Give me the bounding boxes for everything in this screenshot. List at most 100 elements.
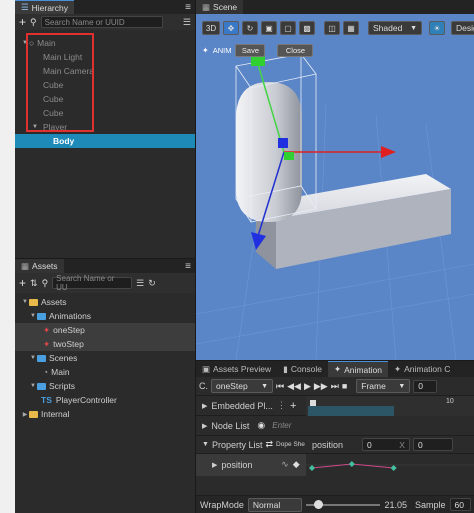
keyframe-track[interactable] [305, 454, 474, 476]
tab-console[interactable]: ▮ Console [277, 361, 328, 377]
tab-hierarchy[interactable]: ☰ Hierarchy [15, 0, 74, 14]
list-view-icon[interactable]: ☰ [183, 17, 191, 28]
asset-item-animations[interactable]: ▼ Animations [15, 309, 195, 323]
play-icon[interactable]: ▶ [304, 381, 311, 392]
tab-animation-controller[interactable]: ✦ Animation C [388, 361, 456, 377]
position-track-header[interactable]: ▶ position ∿ ◆ [196, 453, 306, 476]
speed-slider[interactable] [305, 499, 381, 509]
property-list-row: ▼ Property List ⇄ Dope She position 0 X … [196, 435, 474, 453]
shading-dropdown[interactable]: Shaded ▼ [368, 21, 422, 35]
node-list-row: ▶ Node List ◉ Enter [196, 415, 474, 435]
pivot-button[interactable]: ◫ [324, 21, 340, 35]
more-icon[interactable]: ⋮ [277, 400, 286, 411]
dope-sheet-icon[interactable]: ⇄ [265, 439, 273, 450]
search-icon: ⚲ [30, 16, 37, 27]
asset-item-twostep[interactable]: ✦ twoStep [15, 337, 195, 351]
stop-icon[interactable]: ■ [342, 381, 347, 391]
assets-panel: ▦ Assets ≡ + ⇅ ⚲ Search Name or UU ☰ ↻ ▼… [15, 258, 195, 513]
assets-tabbar: ▦ Assets ≡ [15, 259, 195, 273]
add-icon[interactable]: + [19, 276, 26, 290]
frame-input[interactable]: 0 [413, 379, 438, 393]
hierarchy-tree: ▼ ○ Main Main Light Main Camera Cube Cub… [15, 30, 195, 148]
timeline-ruler[interactable]: 10 [306, 395, 474, 416]
timeline-tick-label: 10 [446, 397, 454, 405]
next-frame-icon[interactable]: ▶▶ [314, 381, 328, 392]
animation-clip-icon: ✦ [43, 338, 51, 349]
list-view-icon[interactable]: ☰ [136, 278, 144, 289]
chevron-right-icon: ▶ [212, 461, 218, 469]
prev-frame-icon[interactable]: ◀◀ [287, 381, 301, 392]
mode-3d-button[interactable]: 3D [202, 21, 220, 35]
chevron-down-icon[interactable]: ▼ [29, 355, 37, 361]
sample-input[interactable]: 60 [449, 498, 471, 511]
snap-button[interactable]: ▦ [343, 21, 359, 35]
anim-close-button[interactable]: Close [277, 44, 314, 57]
tab-animation[interactable]: ✦ Animation [328, 361, 388, 377]
asset-label: Internal [41, 409, 70, 419]
chevron-down-icon[interactable]: ▼ [21, 299, 29, 305]
assets-search-input[interactable]: Search Name or UU [52, 274, 133, 292]
asset-item-scripts[interactable]: ▼ Scripts [15, 379, 195, 393]
tab-scene[interactable]: ▦ Scene [196, 0, 244, 14]
embedded-player-row: ▶ Embedded Pl... ⋮ + 10 [196, 395, 474, 416]
curve-icon[interactable]: ∿ [281, 459, 289, 470]
light-toggle-button[interactable]: ☀ [429, 21, 445, 35]
refresh-icon[interactable]: ↻ [148, 278, 156, 289]
asset-item-internal[interactable]: ▶ Internal [15, 407, 195, 421]
sample-value: 60 [454, 499, 464, 510]
keyframe-icon[interactable]: ◆ [293, 459, 306, 470]
animation-icon: ✦ [393, 363, 402, 374]
chevron-down-icon[interactable]: ▼ [29, 383, 37, 389]
embedded-player-header[interactable]: ▶ Embedded Pl... ⋮ + [196, 400, 306, 412]
folder-icon [37, 312, 46, 320]
chevron-right-icon[interactable]: ▶ [21, 411, 29, 418]
rotate-tool-button[interactable]: ↻ [242, 21, 258, 35]
rect-tool-button[interactable]: ▢ [280, 21, 296, 35]
anim-save-label: Save [241, 46, 259, 55]
asset-item-onestep[interactable]: ✦ oneStep [15, 323, 195, 337]
property-list-label: Property List [211, 439, 263, 450]
position-y-input[interactable]: 0 [412, 438, 453, 451]
anim-save-button[interactable]: Save [235, 44, 266, 57]
asset-label: Animations [49, 311, 92, 321]
position-x-input[interactable]: 0 X [361, 438, 410, 451]
asset-item-assets[interactable]: ▼ Assets [15, 295, 195, 309]
layers-icon: ☰ [21, 2, 29, 12]
scale-tool-button[interactable]: ▣ [261, 21, 277, 35]
transform-tool-button[interactable]: ▩ [299, 21, 315, 35]
asset-item-main-scene[interactable]: ◔ Main [15, 365, 195, 379]
speed-value: 21.05 [384, 499, 407, 510]
hierarchy-search-input[interactable]: Search Name or UUID [40, 16, 163, 28]
add-icon[interactable]: + [19, 15, 26, 29]
tab-scene-label: Scene [213, 2, 238, 12]
menu-icon[interactable]: ≡ [185, 261, 195, 272]
jump-first-icon[interactable]: ⏮ [276, 381, 284, 392]
chevron-right-icon: ▶ [202, 422, 208, 430]
tab-assets-preview[interactable]: ▣ Assets Preview [196, 361, 277, 377]
clip-dropdown[interactable]: oneStep ▼ [211, 379, 273, 393]
add-icon[interactable]: + [290, 400, 296, 412]
speed-slider-thumb[interactable] [313, 499, 323, 509]
tree-node-body-selected[interactable]: Body [15, 134, 195, 148]
scene-viewport[interactable]: 3D ✥ ↻ ▣ ▢ ▩ ◫ ▦ Shaded ▼ ☀ Design ✦ ANI… [196, 14, 474, 360]
node-filter-input[interactable]: Enter [269, 420, 299, 432]
transform-icon: ▩ [303, 23, 311, 33]
position-field-label: position [311, 439, 343, 450]
chevron-down-icon: ▼ [410, 24, 417, 32]
asset-item-scenes[interactable]: ▼ Scenes [15, 351, 195, 365]
sort-icon[interactable]: ⇅ [30, 278, 38, 289]
eye-icon[interactable]: ◉ [257, 420, 265, 431]
tab-assets[interactable]: ▦ Assets [15, 259, 64, 273]
chevron-down-icon[interactable]: ▼ [29, 313, 37, 319]
sample-label: Sample [415, 499, 446, 510]
menu-icon[interactable]: ≡ [185, 2, 195, 13]
move-tool-button[interactable]: ✥ [223, 21, 239, 35]
frame-mode-dropdown[interactable]: Frame ▼ [356, 379, 411, 393]
rect-icon: ▢ [284, 23, 292, 33]
design-dropdown[interactable]: Design [451, 21, 474, 35]
asset-item-playercontroller[interactable]: TS PlayerController [15, 393, 195, 407]
wrapmode-dropdown[interactable]: Normal [247, 497, 302, 512]
animation-footer: WrapMode Normal 21.05 Sample 60 [196, 495, 474, 513]
x-axis-arrow [381, 146, 396, 158]
jump-last-icon[interactable]: ⏭ [331, 381, 339, 392]
